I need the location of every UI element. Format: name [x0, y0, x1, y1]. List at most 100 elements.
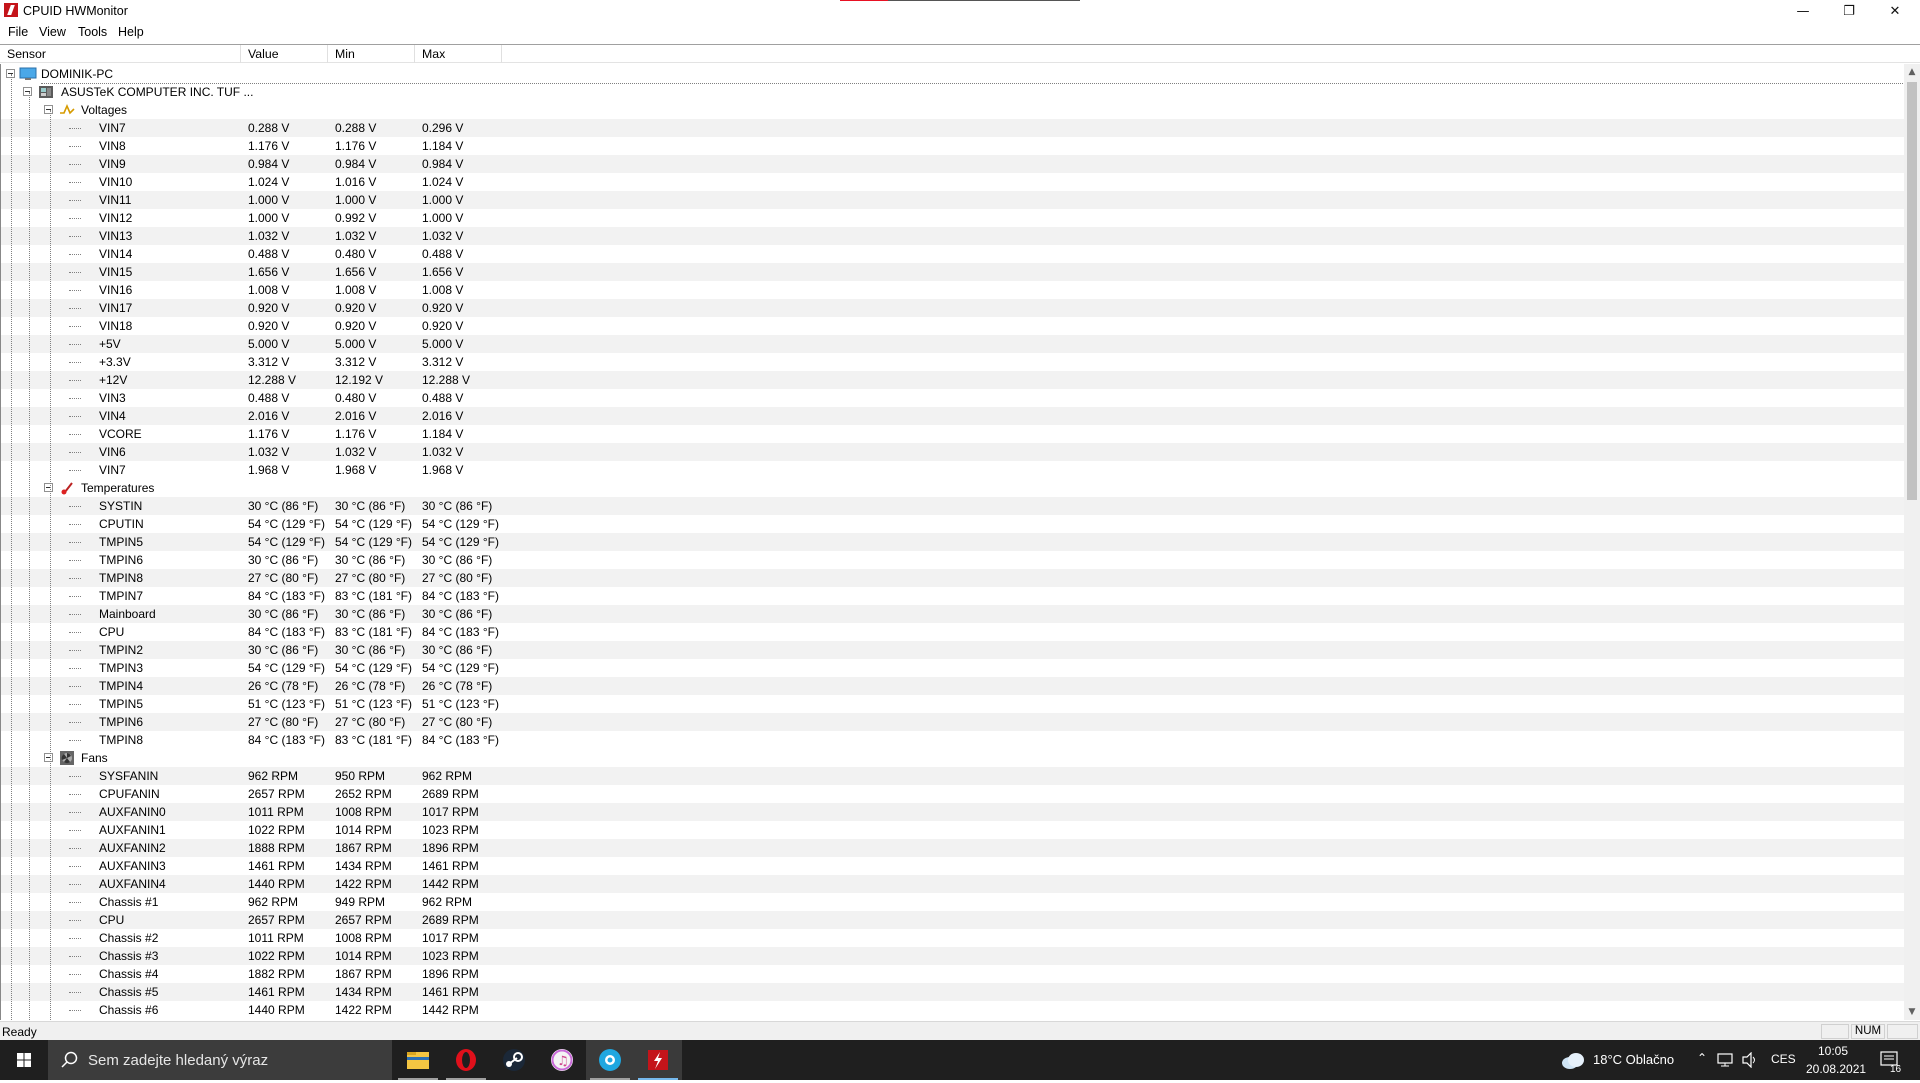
sensor-row[interactable]: Chassis #3 1022 RPM 1014 RPM 1023 RPM [1, 947, 1906, 965]
collapse-temperatures-icon[interactable] [44, 483, 53, 492]
sensor-row[interactable]: TMPIN8 27 °C (80 °F) 27 °C (80 °F) 27 °C (8… [1, 569, 1906, 587]
start-button[interactable] [0, 1040, 48, 1080]
sensor-row[interactable]: AUXFANIN4 1440 RPM 1422 RPM 1442 RPM [1, 875, 1906, 893]
sensor-row[interactable]: +12V 12.288 V 12.192 V 12.288 V [1, 371, 1906, 389]
sensor-row[interactable]: CPUFANIN 2657 RPM 2652 RPM 2689 RPM [1, 785, 1906, 803]
sensor-tree[interactable]: DOMINIK-PC ASUSTeK COMPUTER INC. TUF ... V… [0, 64, 1906, 1020]
scroll-thumb[interactable] [1907, 82, 1917, 500]
scroll-down-icon[interactable]: ▼ [1904, 1004, 1920, 1020]
sensor-row[interactable]: VCORE 1.176 V 1.176 V 1.184 V [1, 425, 1906, 443]
sensor-row[interactable]: VIN3 0.488 V 0.480 V 0.488 V [1, 389, 1906, 407]
clock-date[interactable]: 20.08.2021 [1806, 1062, 1866, 1076]
sensor-row[interactable]: TMPIN2 30 °C (86 °F) 30 °C (86 °F) 30 °C (8… [1, 641, 1906, 659]
group-label: Temperatures [81, 481, 155, 495]
sensor-row[interactable]: VIN15 1.656 V 1.656 V 1.656 V [1, 263, 1906, 281]
taskbar-file-explorer[interactable] [394, 1040, 442, 1080]
sensor-name: VIN3 [99, 391, 126, 405]
sensor-row[interactable]: VIN4 2.016 V 2.016 V 2.016 V [1, 407, 1906, 425]
column-min[interactable]: Min [328, 45, 415, 63]
collapse-fans-icon[interactable] [44, 753, 53, 762]
sensor-row[interactable]: Chassis #1 962 RPM 949 RPM 962 RPM [1, 893, 1906, 911]
sensor-row[interactable]: TMPIN6 30 °C (86 °F) 30 °C (86 °F) 30 °C (8… [1, 551, 1906, 569]
sensor-row[interactable]: VIN16 1.008 V 1.008 V 1.008 V [1, 281, 1906, 299]
column-sensor[interactable]: Sensor [0, 45, 241, 63]
menu-file[interactable]: File [8, 25, 28, 39]
sensor-max: 1023 RPM [422, 949, 479, 963]
sensor-row[interactable]: VIN14 0.488 V 0.480 V 0.488 V [1, 245, 1906, 263]
menu-help[interactable]: Help [118, 25, 144, 39]
sensor-row[interactable]: VIN7 1.968 V 1.968 V 1.968 V [1, 461, 1906, 479]
sensor-row[interactable]: VIN9 0.984 V 0.984 V 0.984 V [1, 155, 1906, 173]
taskbar-search[interactable]: Sem zadejte hledaný výraz [48, 1040, 392, 1080]
sensor-row[interactable]: AUXFANIN1 1022 RPM 1014 RPM 1023 RPM [1, 821, 1906, 839]
tree-node-computer[interactable]: DOMINIK-PC [1, 65, 1906, 83]
menu-view[interactable]: View [39, 25, 66, 39]
menu-tools[interactable]: Tools [78, 25, 107, 39]
sensor-row[interactable]: Chassis #2 1011 RPM 1008 RPM 1017 RPM [1, 929, 1906, 947]
sensor-row[interactable]: VIN17 0.920 V 0.920 V 0.920 V [1, 299, 1906, 317]
sensor-row[interactable]: VIN13 1.032 V 1.032 V 1.032 V [1, 227, 1906, 245]
sensor-max: 1442 RPM [422, 1003, 479, 1017]
taskbar-opera[interactable] [442, 1040, 490, 1080]
sensor-row[interactable]: VIN10 1.024 V 1.016 V 1.024 V [1, 173, 1906, 191]
sensor-row[interactable]: TMPIN5 54 °C (129 °F) 54 °C (129 °F) 54 °C … [1, 533, 1906, 551]
sensor-row[interactable]: Chassis #6 1440 RPM 1422 RPM 1442 RPM [1, 1001, 1906, 1019]
taskbar-hwmonitor[interactable] [634, 1040, 682, 1080]
title-bar[interactable]: CPUID HWMonitor — ❐ ✕ [0, 0, 1920, 22]
network-icon[interactable] [1717, 1052, 1735, 1068]
sensor-row[interactable]: AUXFANIN3 1461 RPM 1434 RPM 1461 RPM [1, 857, 1906, 875]
sensor-row[interactable]: AUXFANIN0 1011 RPM 1008 RPM 1017 RPM [1, 803, 1906, 821]
vertical-scrollbar[interactable]: ▲ ▼ [1904, 64, 1920, 1020]
close-button[interactable]: ✕ [1872, 0, 1918, 22]
sensor-row[interactable]: +5V 5.000 V 5.000 V 5.000 V [1, 335, 1906, 353]
taskbar-steam[interactable] [490, 1040, 538, 1080]
sensor-value: 27 °C (80 °F) [248, 715, 319, 729]
collapse-voltages-icon[interactable] [44, 105, 53, 114]
sensor-row[interactable]: TMPIN3 54 °C (129 °F) 54 °C (129 °F) 54 °C … [1, 659, 1906, 677]
sensor-row[interactable]: VIN7 0.288 V 0.288 V 0.296 V [1, 119, 1906, 137]
sensor-row[interactable]: SYSTIN 30 °C (86 °F) 30 °C (86 °F) 30 °C (8… [1, 497, 1906, 515]
sensor-row[interactable]: Chassis #5 1461 RPM 1434 RPM 1461 RPM [1, 983, 1906, 1001]
weather-text[interactable]: 18°C Oblačno [1593, 1052, 1674, 1067]
sensor-row[interactable]: Chassis #4 1882 RPM 1867 RPM 1896 RPM [1, 965, 1906, 983]
column-value[interactable]: Value [241, 45, 328, 63]
input-language[interactable]: CES [1771, 1052, 1796, 1066]
tree-node-mainboard[interactable]: ASUSTeK COMPUTER INC. TUF ... [1, 83, 1906, 101]
sensor-row[interactable]: TMPIN8 84 °C (183 °F) 83 °C (181 °F) 84 °C … [1, 731, 1906, 749]
sensor-max: 1017 RPM [422, 805, 479, 819]
collapse-mainboard-icon[interactable] [23, 87, 32, 96]
sensor-min: 5.000 V [335, 337, 377, 351]
sensor-row[interactable]: CPU 84 °C (183 °F) 83 °C (181 °F) 84 °C (18… [1, 623, 1906, 641]
sensor-row[interactable]: TMPIN6 27 °C (80 °F) 27 °C (80 °F) 27 °C (8… [1, 713, 1906, 731]
sensor-row[interactable]: VIN8 1.176 V 1.176 V 1.184 V [1, 137, 1906, 155]
scroll-up-icon[interactable]: ▲ [1904, 64, 1920, 80]
clock-time[interactable]: 10:05 [1818, 1044, 1848, 1058]
minimize-button[interactable]: — [1780, 0, 1826, 22]
tree-node-group-fans[interactable]: Fans [1, 749, 1906, 767]
column-max[interactable]: Max [415, 45, 502, 63]
sensor-row[interactable]: AUXFANIN2 1888 RPM 1867 RPM 1896 RPM [1, 839, 1906, 857]
tree-node-group-voltages[interactable]: Voltages [1, 101, 1906, 119]
sensor-row[interactable]: SYSFANIN 962 RPM 950 RPM 962 RPM [1, 767, 1906, 785]
tray-chevron-up-icon[interactable]: ⌃ [1697, 1051, 1707, 1065]
sensor-row[interactable]: CPU 2657 RPM 2657 RPM 2689 RPM [1, 911, 1906, 929]
sensor-max: 0.920 V [422, 319, 464, 333]
sensor-row[interactable]: Mainboard 30 °C (86 °F) 30 °C (86 °F) 30 °C… [1, 605, 1906, 623]
sensor-row[interactable]: TMPIN5 51 °C (123 °F) 51 °C (123 °F) 51 °C … [1, 695, 1906, 713]
restore-button[interactable]: ❐ [1826, 0, 1872, 22]
taskbar-itunes[interactable]: ♫ [538, 1040, 586, 1080]
sensor-value: 1461 RPM [248, 985, 305, 999]
sensor-row[interactable]: VIN12 1.000 V 0.992 V 1.000 V [1, 209, 1906, 227]
taskbar-app[interactable] [586, 1040, 634, 1080]
sensor-row[interactable]: VIN6 1.032 V 1.032 V 1.032 V [1, 443, 1906, 461]
sensor-value: 1461 RPM [248, 859, 305, 873]
sensor-row[interactable]: +3.3V 3.312 V 3.312 V 3.312 V [1, 353, 1906, 371]
sensor-row[interactable]: VIN11 1.000 V 1.000 V 1.000 V [1, 191, 1906, 209]
tree-node-group-temperatures[interactable]: Temperatures [1, 479, 1906, 497]
sensor-row[interactable]: CPUTIN 54 °C (129 °F) 54 °C (129 °F) 54 °C … [1, 515, 1906, 533]
volume-icon[interactable] [1741, 1052, 1759, 1068]
sensor-row[interactable]: VIN18 0.920 V 0.920 V 0.920 V [1, 317, 1906, 335]
sensor-min: 949 RPM [335, 895, 386, 909]
sensor-row[interactable]: TMPIN7 84 °C (183 °F) 83 °C (181 °F) 84 °C … [1, 587, 1906, 605]
sensor-row[interactable]: TMPIN4 26 °C (78 °F) 26 °C (78 °F) 26 °C (7… [1, 677, 1906, 695]
